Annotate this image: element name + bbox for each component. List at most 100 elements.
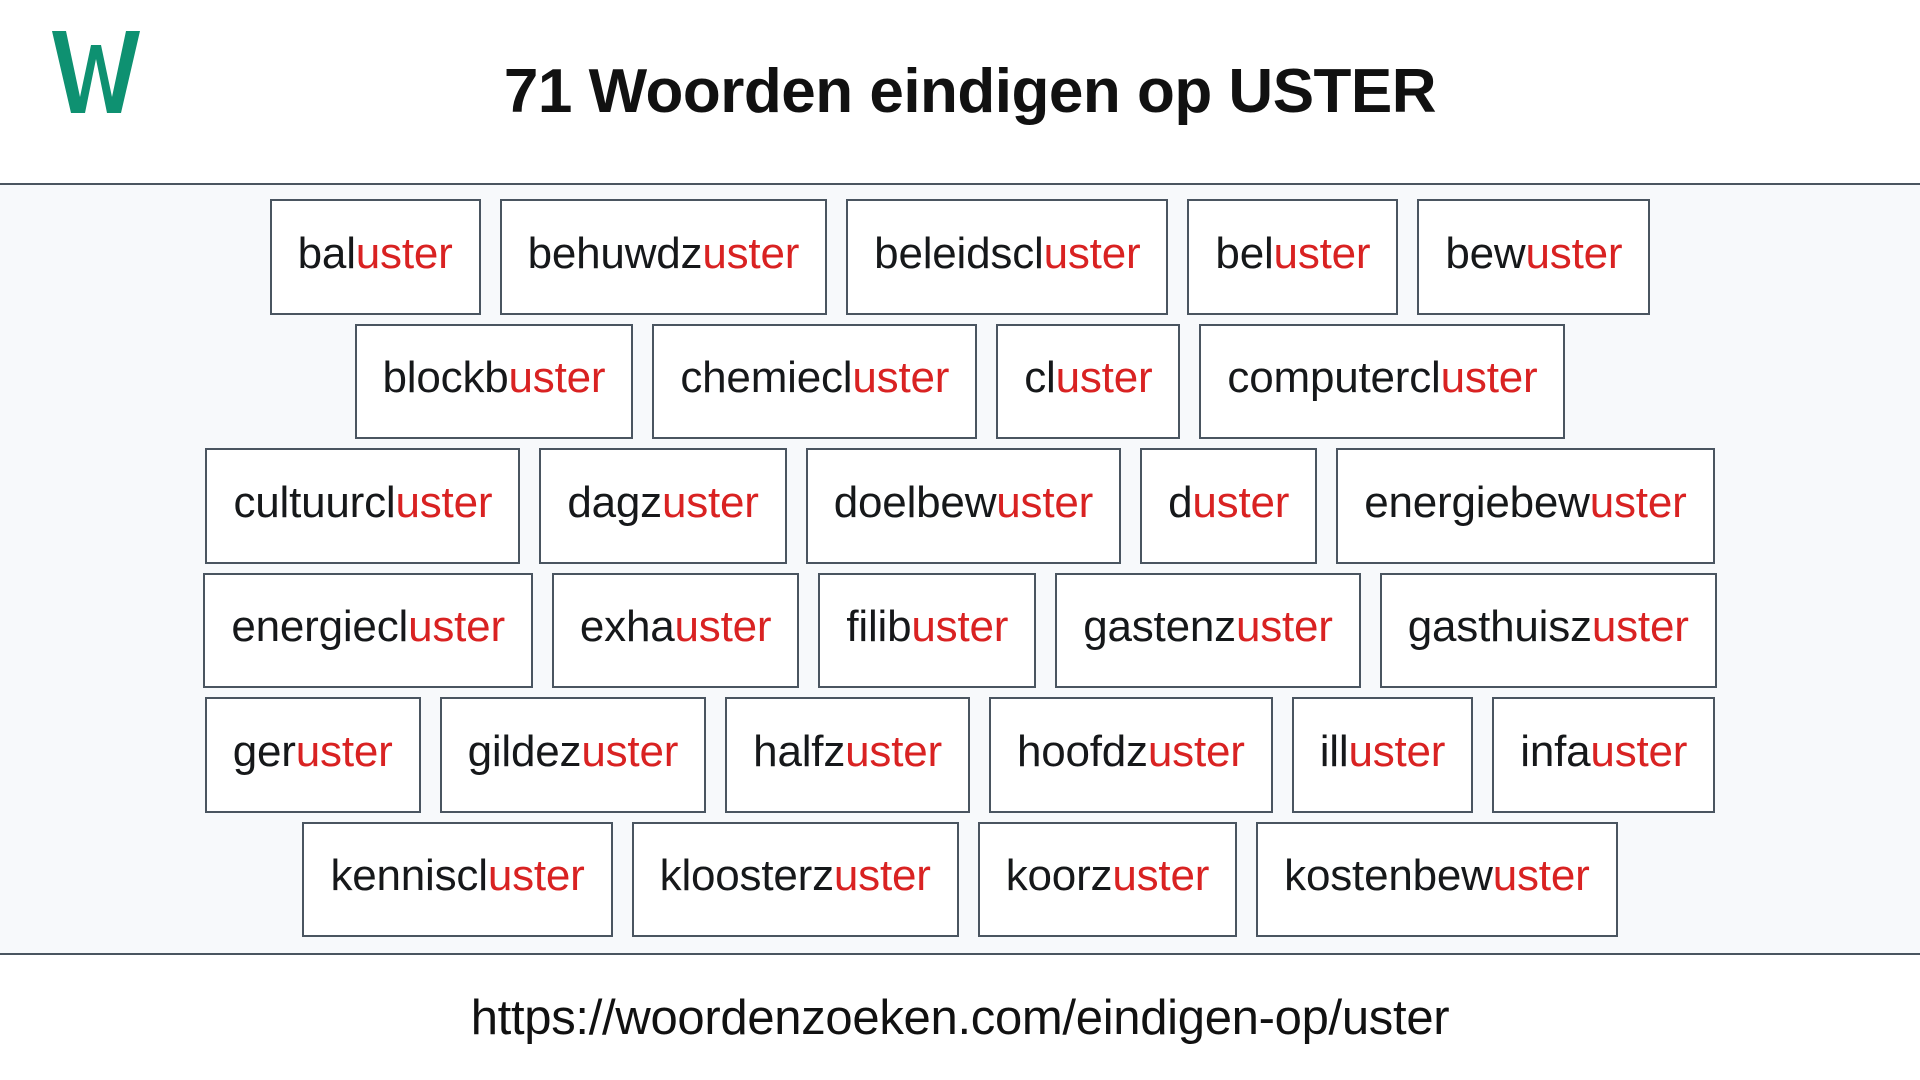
- word-stem: koorz: [1005, 851, 1113, 901]
- word-row: kenniscl uster kloosterz uster koorz uster …: [20, 821, 1900, 937]
- word-row: cultuurcl uster dagz uster doelbew uster du…: [20, 448, 1900, 564]
- word-stem: blockb: [382, 353, 509, 403]
- word-stem: bel: [1215, 228, 1274, 278]
- word-box[interactable]: kloosterz uster: [631, 821, 959, 937]
- word-box[interactable]: ill uster: [1291, 697, 1474, 813]
- word-stem: gasthuisz: [1407, 602, 1592, 652]
- word-box[interactable]: energiebew uster: [1336, 448, 1715, 564]
- word-row: energiecl uster exha uster filib uster gast…: [20, 572, 1900, 688]
- word-stem: computercl: [1227, 353, 1441, 403]
- word-stem: filib: [846, 602, 912, 652]
- word-suffix: uster: [674, 602, 772, 652]
- word-suffix: uster: [1440, 353, 1538, 403]
- word-box[interactable]: cl uster: [996, 323, 1181, 439]
- word-box[interactable]: koorz uster: [977, 821, 1238, 937]
- page-root: 71 Woorden eindigen op USTER bal uster be…: [0, 0, 1920, 1080]
- word-suffix: uster: [1043, 228, 1141, 278]
- word-suffix: uster: [1589, 477, 1687, 527]
- word-box[interactable]: energiecl uster: [203, 572, 533, 688]
- word-suffix: uster: [702, 228, 800, 278]
- word-box[interactable]: computercl uster: [1199, 323, 1566, 439]
- word-stem: halfz: [753, 726, 846, 776]
- word-box[interactable]: gildez uster: [439, 697, 707, 813]
- word-box[interactable]: kenniscl uster: [302, 821, 613, 937]
- word-stem: kloosterz: [659, 851, 834, 901]
- word-row: ger uster gildez uster halfz uster hoofdz us…: [20, 697, 1900, 813]
- word-box[interactable]: infa uster: [1492, 697, 1716, 813]
- word-suffix: uster: [852, 353, 950, 403]
- word-suffix: uster: [487, 851, 585, 901]
- word-stem: dagz: [567, 477, 662, 527]
- word-box[interactable]: chemiecl uster: [652, 323, 978, 439]
- word-suffix: uster: [1235, 602, 1333, 652]
- w-logo-icon[interactable]: [38, 22, 153, 122]
- word-suffix: uster: [1192, 477, 1290, 527]
- word-box[interactable]: ger uster: [204, 697, 421, 813]
- word-row: bal uster behuwdz uster beleidscl uster bel…: [20, 199, 1900, 315]
- word-suffix: uster: [581, 726, 679, 776]
- word-box[interactable]: exha uster: [551, 572, 800, 688]
- word-suffix: uster: [1273, 228, 1371, 278]
- word-box[interactable]: gastenz uster: [1055, 572, 1361, 688]
- word-suffix: uster: [395, 477, 493, 527]
- word-suffix: uster: [1525, 228, 1623, 278]
- word-box[interactable]: beleidscl uster: [846, 199, 1169, 315]
- word-stem: bal: [297, 228, 356, 278]
- word-box[interactable]: behuwdz uster: [499, 199, 828, 315]
- word-box[interactable]: d uster: [1140, 448, 1318, 564]
- source-url[interactable]: https://woordenzoeken.com/eindigen-op/us…: [471, 990, 1450, 1046]
- word-box[interactable]: kostenbew uster: [1256, 821, 1618, 937]
- word-stem: ger: [232, 726, 296, 776]
- word-stem: kostenbew: [1284, 851, 1493, 901]
- word-stem: behuwdz: [527, 228, 703, 278]
- word-suffix: uster: [295, 726, 393, 776]
- word-box[interactable]: blockb uster: [354, 323, 634, 439]
- word-box[interactable]: bew uster: [1417, 199, 1651, 315]
- word-suffix: uster: [508, 353, 606, 403]
- word-stem: kenniscl: [330, 851, 488, 901]
- word-suffix: uster: [661, 477, 759, 527]
- word-box[interactable]: dagz uster: [539, 448, 787, 564]
- word-box[interactable]: doelbew uster: [805, 448, 1122, 564]
- word-suffix: uster: [833, 851, 931, 901]
- page-footer: https://woordenzoeken.com/eindigen-op/us…: [0, 955, 1920, 1080]
- word-stem: cultuurcl: [233, 477, 396, 527]
- word-suffix: uster: [1348, 726, 1446, 776]
- page-title: 71 Woorden eindigen op USTER: [503, 56, 1437, 126]
- word-list-panel: bal uster behuwdz uster beleidscl uster bel…: [0, 185, 1920, 955]
- word-box[interactable]: filib uster: [818, 572, 1037, 688]
- word-box[interactable]: bel uster: [1187, 199, 1399, 315]
- word-stem: infa: [1520, 726, 1591, 776]
- word-suffix: uster: [1591, 602, 1689, 652]
- word-suffix: uster: [355, 228, 453, 278]
- word-row: blockb uster chemiecl uster cl uster comput…: [20, 323, 1900, 439]
- word-stem: gildez: [467, 726, 582, 776]
- word-box[interactable]: cultuurcl uster: [205, 448, 521, 564]
- word-stem: gastenz: [1083, 602, 1236, 652]
- word-stem: hoofdz: [1016, 726, 1148, 776]
- word-suffix: uster: [996, 477, 1094, 527]
- word-stem: doelbew: [833, 477, 997, 527]
- word-box[interactable]: hoofdz uster: [988, 697, 1273, 813]
- page-header: 71 Woorden eindigen op USTER: [0, 0, 1920, 185]
- word-stem: d: [1168, 477, 1193, 527]
- word-stem: cl: [1024, 353, 1056, 403]
- word-stem: bew: [1445, 228, 1526, 278]
- word-stem: ill: [1319, 726, 1349, 776]
- word-stem: energiecl: [231, 602, 409, 652]
- word-suffix: uster: [1590, 726, 1688, 776]
- word-stem: energiebew: [1364, 477, 1590, 527]
- word-stem: beleidscl: [874, 228, 1044, 278]
- word-suffix: uster: [911, 602, 1009, 652]
- word-suffix: uster: [845, 726, 942, 776]
- word-suffix: uster: [1147, 726, 1245, 776]
- word-box[interactable]: halfz uster: [725, 697, 970, 813]
- word-suffix: uster: [408, 602, 505, 652]
- word-stem: chemiecl: [680, 353, 853, 403]
- word-suffix: uster: [1055, 353, 1153, 403]
- word-suffix: uster: [1112, 851, 1210, 901]
- word-box[interactable]: bal uster: [269, 199, 481, 315]
- word-suffix: uster: [1492, 851, 1590, 901]
- word-box[interactable]: gasthuisz uster: [1379, 572, 1717, 688]
- word-stem: exha: [579, 602, 675, 652]
